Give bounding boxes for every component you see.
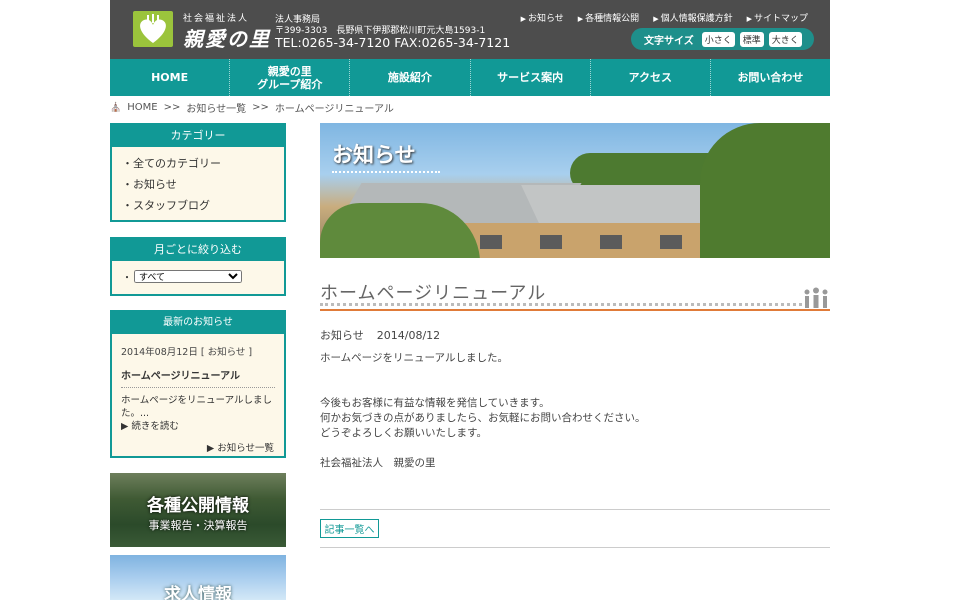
logo-title[interactable]: 親愛の里: [183, 23, 271, 52]
hero-title: お知らせ: [332, 143, 416, 167]
site-header: 社会福祉法人 親愛の里 法人事務局 〒399-3303 長野県下伊那郡松川町元大…: [110, 0, 830, 59]
hero-window: [540, 235, 562, 249]
post-date: 2014/08/12: [376, 329, 441, 342]
home-icon: ⛪: [110, 102, 122, 113]
hero-image: お知らせ: [320, 123, 830, 258]
top-link-news[interactable]: お知らせ: [521, 11, 564, 24]
category-list: 全てのカテゴリー お知らせ スタッフブログ: [112, 147, 284, 220]
back-to-list-button[interactable]: 記事一覧へ: [320, 519, 379, 538]
top-link-sitemap[interactable]: サイトマップ: [747, 11, 808, 24]
category-title: カテゴリー: [112, 125, 284, 147]
nav-group[interactable]: 親愛の里 グループ紹介: [230, 59, 351, 96]
nav-label: アクセス: [628, 71, 672, 84]
breadcrumb-home[interactable]: HOME: [127, 102, 157, 113]
hero-window: [660, 235, 682, 249]
post-paragraph: 今後もお客様に有益な情報を発信していきます。: [320, 397, 550, 409]
post-title-dotted-line: [320, 303, 802, 306]
logo-icon[interactable]: [133, 11, 173, 47]
category-box: カテゴリー 全てのカテゴリー お知らせ スタッフブログ: [110, 123, 286, 222]
font-size-normal-button[interactable]: 標準: [739, 31, 764, 47]
font-size-label: 文字サイズ: [644, 35, 694, 47]
post-category: お知らせ: [320, 329, 364, 342]
font-size-large-button[interactable]: 大きく: [768, 31, 802, 47]
latest-news-excerpt: ホームページをリニューアルしました。...: [121, 395, 273, 419]
post-divider-top: [320, 509, 830, 510]
nav-label: 施設紹介: [387, 71, 432, 84]
latest-news-title: 最新のお知らせ: [112, 312, 284, 334]
month-filter-row: ・ すべて: [112, 261, 284, 292]
hero-trees: [700, 123, 830, 258]
month-filter-box: 月ごとに絞り込む ・ すべて: [110, 237, 286, 296]
nav-access[interactable]: アクセス: [591, 59, 711, 96]
post-title: ホームページリニューアル: [320, 283, 547, 304]
category-news-link[interactable]: お知らせ: [133, 178, 177, 191]
breadcrumb-news-list[interactable]: お知らせ一覧: [186, 100, 246, 115]
hero-window: [480, 235, 502, 249]
nav-label: HOME: [151, 71, 189, 84]
office-phone: TEL:0265-34-7120 FAX:0265-34-7121: [275, 35, 511, 50]
nav-label: サービス案内: [497, 71, 564, 84]
top-link-privacy[interactable]: 個人情報保護方針: [653, 11, 733, 24]
breadcrumb-separator: >>: [252, 102, 269, 113]
disclosure-banner-title: 各種公開情報: [147, 496, 249, 516]
post-divider-bottom: [320, 547, 830, 548]
disclosure-banner-subtitle: 事業報告・決算報告: [148, 519, 248, 532]
post-body: ホームページをリニューアルしました。 今後もお客様に有益な情報を発信していきます…: [320, 351, 820, 471]
list-item: 全てのカテゴリー: [122, 153, 284, 174]
latest-news-date: 2014年08月12日 [ お知らせ ]: [121, 347, 253, 358]
nav-label-line2: グループ紹介: [257, 77, 323, 91]
font-size-switcher: 文字サイズ 小さく 標準 大きく: [631, 28, 814, 50]
category-staff-blog-link[interactable]: スタッフブログ: [133, 199, 210, 212]
nav-label: 親愛の里: [267, 64, 312, 78]
nav-home[interactable]: HOME: [110, 59, 231, 96]
post-paragraph: [320, 381, 820, 396]
list-item: お知らせ: [122, 174, 284, 195]
latest-news-post-title[interactable]: ホームページリニューアル: [121, 358, 275, 388]
recruit-banner[interactable]: 求人情報: [110, 555, 286, 600]
latest-news-box: 最新のお知らせ 2014年08月12日 [ お知らせ ] ホームページリニューア…: [110, 310, 286, 458]
post-paragraph: どうぞよろしくお願いいたします。: [320, 427, 487, 439]
top-links: お知らせ 各種情報公開 個人情報保護方針 サイトマップ: [521, 11, 808, 24]
list-item: スタッフブログ: [122, 195, 284, 216]
post-paragraph: ホームページをリニューアルしました。: [320, 352, 508, 364]
font-size-small-button[interactable]: 小さく: [701, 31, 735, 47]
news-list-link[interactable]: お知らせ一覧: [112, 434, 284, 462]
month-select[interactable]: すべて: [134, 270, 242, 283]
nav-label: お問い合わせ: [737, 71, 804, 84]
month-bullet: ・: [122, 273, 132, 284]
month-filter-title: 月ごとに絞り込む: [112, 239, 284, 261]
post-meta: お知らせ 2014/08/12: [320, 327, 440, 343]
breadcrumb-separator: >>: [163, 102, 181, 113]
top-link-disclosure[interactable]: 各種情報公開: [578, 11, 639, 24]
global-nav: HOME 親愛の里 グループ紹介 施設紹介 サービス案内 アクセス お問い合わせ: [110, 59, 830, 96]
breadcrumb-current: ホームページリニューアル: [274, 104, 394, 115]
post-paragraph: [320, 366, 820, 381]
post-paragraph: 社会福祉法人 親愛の里: [320, 457, 436, 469]
post-title-underline: [320, 309, 830, 311]
read-more-link[interactable]: 続きを読む: [112, 420, 284, 434]
category-all-link[interactable]: 全てのカテゴリー: [133, 157, 221, 170]
hero-window: [600, 235, 622, 249]
post-paragraph: 何かお気づきの点がありましたら、お気軽にお問い合わせください。: [320, 412, 646, 424]
nav-contact[interactable]: お問い合わせ: [711, 59, 830, 96]
post-paragraph: [320, 441, 820, 456]
breadcrumb: ⛪ HOME >> お知らせ一覧 >> ホームページリニューアル: [110, 100, 394, 115]
disclosure-banner[interactable]: 各種公開情報 事業報告・決算報告: [110, 473, 286, 547]
hero-title-underline: [332, 171, 440, 173]
nav-services[interactable]: サービス案内: [471, 59, 591, 96]
recruit-banner-title: 求人情報: [164, 585, 232, 600]
nav-facilities[interactable]: 施設紹介: [350, 59, 471, 96]
